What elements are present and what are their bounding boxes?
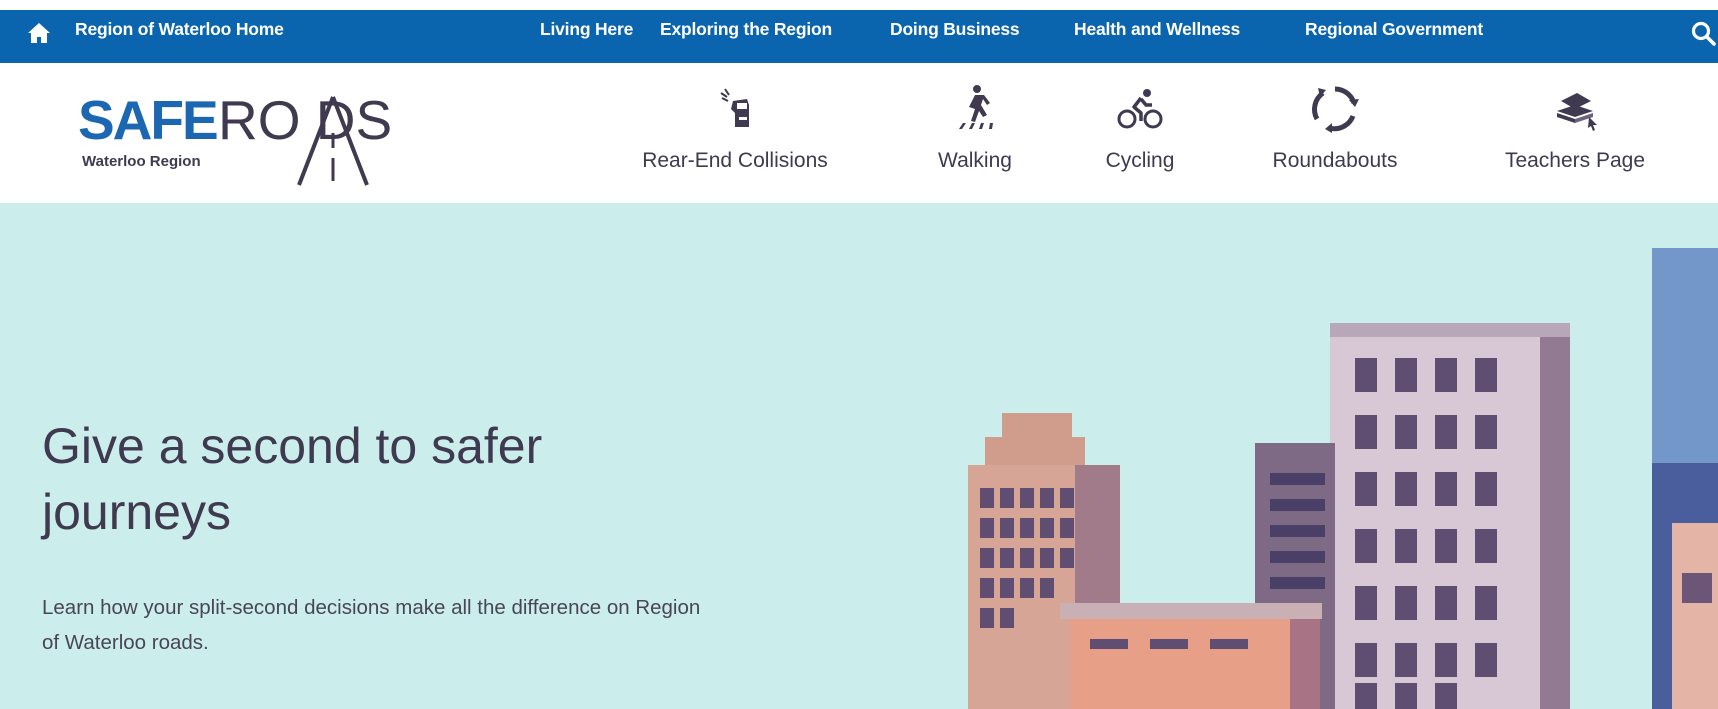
roundabout-icon bbox=[1312, 86, 1359, 133]
nav-link-living-here[interactable]: Living Here bbox=[540, 19, 633, 40]
city-buildings-illustration bbox=[968, 248, 1718, 709]
logo-safe-text: SAFE bbox=[78, 89, 219, 151]
top-nav: Region of Waterloo Home Living Here Expl… bbox=[0, 10, 1718, 63]
car-collision-icon bbox=[720, 88, 749, 127]
nav-rear-end-collisions[interactable]: Rear-End Collisions bbox=[630, 83, 840, 193]
home-icon[interactable] bbox=[27, 22, 51, 44]
nav-label: Teachers Page bbox=[1504, 149, 1646, 172]
nav-link-regional-government[interactable]: Regional Government bbox=[1305, 19, 1483, 40]
home-link[interactable]: Region of Waterloo Home bbox=[75, 19, 284, 40]
nav-walking[interactable]: Walking bbox=[920, 83, 1030, 193]
nav-link-doing-business[interactable]: Doing Business bbox=[890, 19, 1020, 40]
nav-link-health-wellness[interactable]: Health and Wellness bbox=[1074, 19, 1240, 40]
nav-link-exploring-region[interactable]: Exploring the Region bbox=[660, 19, 832, 40]
nav-label: Walking bbox=[938, 149, 1012, 172]
saferoads-logo[interactable]: SAFE RO DS Waterloo Region bbox=[78, 93, 438, 188]
road-icon bbox=[297, 96, 369, 186]
nav-label: Roundabouts bbox=[1272, 149, 1398, 172]
hero-description: Learn how your split-second decisions ma… bbox=[42, 596, 701, 654]
hero-banner: Give a second to safer journeys Learn ho… bbox=[0, 203, 1718, 709]
nav-cycling[interactable]: Cycling bbox=[1085, 83, 1195, 193]
site-header: SAFE RO DS Waterloo Region Rear-End Coll… bbox=[0, 63, 1718, 203]
top-utility-bar: Region of Waterloo Home Living Here Expl… bbox=[0, 0, 1718, 63]
search-icon[interactable] bbox=[1690, 20, 1718, 48]
hero-title: Give a second to safer journeys bbox=[42, 418, 543, 540]
nav-label: Rear-End Collisions bbox=[642, 149, 828, 172]
nav-roundabouts[interactable]: Roundabouts bbox=[1255, 83, 1415, 193]
nav-label: Cycling bbox=[1105, 149, 1175, 172]
nav-teachers-page[interactable]: Teachers Page bbox=[1490, 83, 1660, 193]
bicycle-icon bbox=[1117, 89, 1163, 129]
logo-subtitle: Waterloo Region bbox=[82, 153, 201, 170]
pedestrian-icon bbox=[959, 85, 993, 129]
books-icon bbox=[1557, 93, 1597, 131]
